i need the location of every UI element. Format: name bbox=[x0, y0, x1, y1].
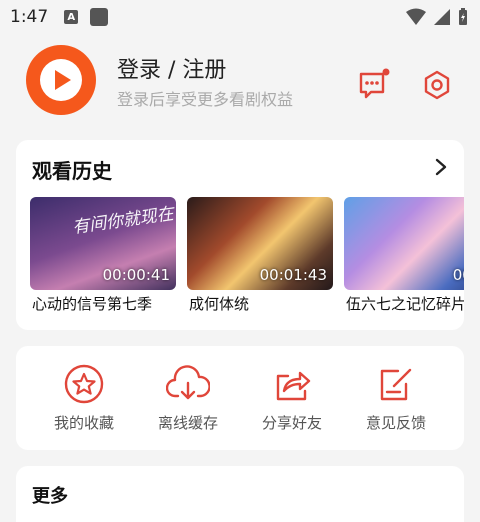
history-duration: 00:01:43 bbox=[259, 266, 327, 284]
login-subtitle: 登录后享受更多看剧权益 bbox=[117, 90, 294, 109]
history-title: 观看历史 bbox=[32, 159, 112, 183]
thumbnail-title-art: 有间你就现在 bbox=[71, 203, 175, 239]
battery-icon bbox=[459, 8, 467, 25]
feedback-label: 意见反馈 bbox=[365, 414, 426, 432]
notification-a-icon: A bbox=[64, 10, 79, 24]
share-icon bbox=[276, 371, 311, 401]
favorites-label: 我的收藏 bbox=[53, 414, 114, 432]
settings-icon[interactable] bbox=[420, 68, 454, 102]
history-duration: 00:00 bbox=[452, 266, 464, 284]
chevron-right-icon[interactable] bbox=[432, 158, 450, 176]
favorites-button[interactable]: 我的收藏 bbox=[34, 364, 134, 433]
history-item-label[interactable]: 伍六七之记忆碎片 bbox=[346, 293, 464, 314]
notification-square-icon bbox=[90, 8, 109, 26]
history-item-label[interactable]: 成何体统 bbox=[189, 293, 335, 314]
more-title: 更多 bbox=[32, 486, 68, 507]
watch-history-card: 观看历史 有间你就现在 00:00:41 心动的信号第七季 00:01:43 成… bbox=[16, 140, 464, 330]
cloud-download-icon bbox=[166, 365, 210, 400]
offline-cache-label: 离线缓存 bbox=[157, 414, 218, 432]
offline-cache-button[interactable]: 离线缓存 bbox=[138, 364, 238, 433]
feedback-button[interactable]: 意见反馈 bbox=[346, 364, 446, 433]
share-friends-button[interactable]: 分享好友 bbox=[242, 364, 342, 433]
history-thumbnail[interactable]: 00:01:43 bbox=[187, 197, 333, 290]
more-section-card: 更多 bbox=[16, 466, 464, 522]
history-thumbnail[interactable]: 00:00 bbox=[344, 197, 464, 290]
share-friends-label: 分享好友 bbox=[261, 414, 322, 432]
status-time: 1:47 bbox=[10, 7, 49, 27]
signal-icon bbox=[434, 9, 450, 25]
app-logo[interactable] bbox=[26, 45, 96, 115]
quick-actions-card: 我的收藏 离线缓存 分享好友 意见反馈 bbox=[16, 346, 464, 450]
profile-header: 登录 / 注册 登录后享受更多看剧权益 bbox=[0, 34, 480, 138]
status-bar: 1:47 A bbox=[0, 0, 480, 34]
play-icon bbox=[40, 59, 82, 101]
feedback-icon bbox=[380, 368, 412, 401]
star-icon bbox=[64, 364, 104, 404]
wifi-icon bbox=[406, 8, 426, 25]
message-icon[interactable] bbox=[358, 68, 390, 100]
login-register-link[interactable]: 登录 / 注册 bbox=[117, 52, 226, 84]
history-item-label[interactable]: 心动的信号第七季 bbox=[32, 293, 178, 314]
history-duration: 00:00:41 bbox=[102, 266, 170, 284]
history-thumbnail[interactable]: 有间你就现在 00:00:41 bbox=[30, 197, 176, 290]
